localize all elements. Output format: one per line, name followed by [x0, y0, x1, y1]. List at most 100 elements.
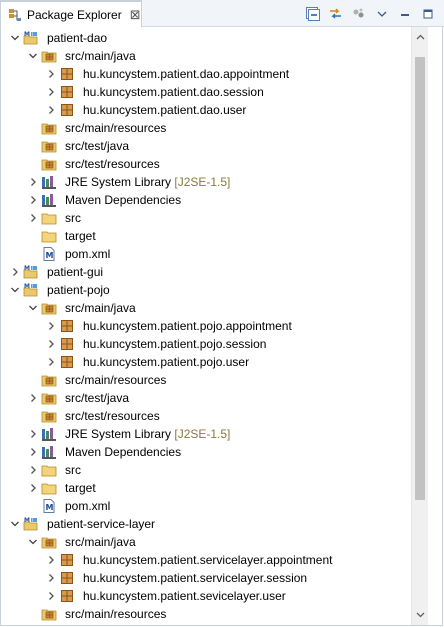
tree-item[interactable]: src/main/java	[1, 299, 411, 317]
tree-item[interactable]: src/test/java	[1, 389, 411, 407]
expanded-chevron-icon[interactable]	[27, 50, 39, 62]
collapsed-chevron-icon[interactable]	[45, 338, 57, 350]
tree-item-label: hu.kuncystem.patient.dao.user	[83, 103, 247, 117]
tree-item[interactable]: Mpom.xml	[1, 245, 411, 263]
svg-text:M: M	[24, 517, 30, 524]
package-icon	[59, 588, 75, 604]
tree-item[interactable]: hu.kuncystem.patient.pojo.session	[1, 335, 411, 353]
tree-item-label: hu.kuncystem.patient.servicelayer.appoin…	[83, 553, 333, 567]
tree-item[interactable]: hu.kuncystem.patient.pojo.appointment	[1, 317, 411, 335]
collapsed-chevron-icon[interactable]	[27, 482, 39, 494]
library-icon	[41, 174, 57, 190]
tree-item-label: src/test/java	[65, 391, 130, 405]
source-folder-icon	[41, 408, 57, 424]
tree-item-label: pom.xml	[65, 499, 111, 513]
tree-item-label: hu.kuncystem.patient.dao.session	[83, 85, 264, 99]
tree-item[interactable]: hu.kuncystem.patient.servicelayer.appoin…	[1, 551, 411, 569]
tree-item[interactable]: src/main/resources	[1, 605, 411, 623]
collapse-all-icon[interactable]	[304, 5, 321, 22]
tree-item[interactable]: target	[1, 227, 411, 245]
tree-item[interactable]: M Jpatient-service-layer	[1, 515, 411, 533]
close-tab-icon[interactable]: ⊠	[130, 8, 141, 21]
tree-item[interactable]: src/main/resources	[1, 119, 411, 137]
scrollbar-thumb[interactable]	[415, 57, 425, 500]
tree-item[interactable]: src/main/java	[1, 47, 411, 65]
tree-item-label: src	[65, 463, 81, 477]
tree-item[interactable]: src/test/java	[1, 137, 411, 155]
maximize-icon[interactable]	[419, 5, 436, 22]
tree-item-label: Maven Dependencies	[65, 445, 182, 459]
svg-text:M: M	[24, 31, 30, 38]
view-menu-icon[interactable]	[373, 5, 390, 22]
tree-item-label: src/test/java	[65, 139, 130, 153]
tree-item-label: src/main/java	[65, 535, 136, 549]
tree-item[interactable]: src/main/resources	[1, 371, 411, 389]
collapsed-chevron-icon[interactable]	[45, 68, 57, 80]
tree-item-label: hu.kuncystem.patient.pojo.user	[83, 355, 250, 369]
tree-item-label: src/main/resources	[65, 121, 167, 135]
tree-item[interactable]: src/main/java	[1, 533, 411, 551]
tree-item-label: pom.xml	[65, 247, 111, 261]
tree-item[interactable]: M Jpatient-dao	[1, 29, 411, 47]
tree-item[interactable]: M Jpatient-pojo	[1, 281, 411, 299]
collapsed-chevron-icon[interactable]	[45, 320, 57, 332]
collapsed-chevron-icon[interactable]	[27, 446, 39, 458]
tree-item[interactable]: JRE System Library [J2SE-1.5]	[1, 173, 411, 191]
package-icon	[59, 66, 75, 82]
tree-item[interactable]: hu.kuncystem.patient.sevicelayer.user	[1, 587, 411, 605]
tree-item[interactable]: hu.kuncystem.patient.dao.appointment	[1, 65, 411, 83]
collapsed-chevron-icon[interactable]	[27, 392, 39, 404]
tree-item[interactable]: Maven Dependencies	[1, 443, 411, 461]
tree-item-label: src/test/resources	[65, 157, 160, 171]
tree-item-label: hu.kuncystem.patient.pojo.appointment	[83, 319, 292, 333]
focus-icon[interactable]	[350, 5, 367, 22]
collapsed-chevron-icon[interactable]	[45, 554, 57, 566]
collapsed-chevron-icon[interactable]	[45, 86, 57, 98]
expanded-chevron-icon[interactable]	[27, 536, 39, 548]
view-tab-bar: Package Explorer ⊠	[1, 0, 444, 27]
collapsed-chevron-icon[interactable]	[27, 212, 39, 224]
tab-package-explorer[interactable]: Package Explorer ⊠	[1, 0, 142, 27]
collapsed-chevron-icon[interactable]	[27, 194, 39, 206]
tree-item-decoration: [J2SE-1.5]	[171, 427, 231, 441]
vertical-scrollbar[interactable]	[411, 27, 428, 625]
tree-item[interactable]: Mpom.xml	[1, 497, 411, 515]
source-folder-icon	[41, 156, 57, 172]
expanded-chevron-icon[interactable]	[9, 518, 21, 530]
source-folder-icon	[41, 138, 57, 154]
package-icon	[59, 354, 75, 370]
collapsed-chevron-icon[interactable]	[27, 464, 39, 476]
scroll-up-icon[interactable]	[412, 29, 428, 45]
tree-item[interactable]: hu.kuncystem.patient.dao.session	[1, 83, 411, 101]
expanded-chevron-icon[interactable]	[9, 284, 21, 296]
scroll-down-icon[interactable]	[412, 607, 428, 623]
collapsed-chevron-icon[interactable]	[45, 572, 57, 584]
tree-item[interactable]: hu.kuncystem.patient.servicelayer.sessio…	[1, 569, 411, 587]
tree-item[interactable]: hu.kuncystem.patient.dao.user	[1, 101, 411, 119]
svg-text:J: J	[31, 32, 33, 37]
minimize-icon[interactable]	[396, 5, 413, 22]
tree-item[interactable]: src/test/resources	[1, 155, 411, 173]
package-icon	[59, 570, 75, 586]
expanded-chevron-icon[interactable]	[27, 302, 39, 314]
tree-item[interactable]: src/test/resources	[1, 407, 411, 425]
svg-text:J: J	[31, 266, 33, 271]
collapsed-chevron-icon[interactable]	[45, 590, 57, 602]
tree-item[interactable]: M Jpatient-gui	[1, 263, 411, 281]
collapsed-chevron-icon[interactable]	[9, 266, 21, 278]
collapsed-chevron-icon[interactable]	[27, 428, 39, 440]
tree-item[interactable]: Maven Dependencies	[1, 191, 411, 209]
link-with-editor-icon[interactable]	[327, 5, 344, 22]
collapsed-chevron-icon[interactable]	[45, 356, 57, 368]
collapsed-chevron-icon[interactable]	[45, 104, 57, 116]
tree-item[interactable]: hu.kuncystem.patient.pojo.user	[1, 353, 411, 371]
tree-item[interactable]: src	[1, 461, 411, 479]
tree-item-label: src/main/java	[65, 301, 136, 315]
tab-title: Package Explorer	[27, 7, 122, 22]
collapsed-chevron-icon[interactable]	[27, 176, 39, 188]
tree-item[interactable]: target	[1, 479, 411, 497]
svg-text:J: J	[31, 518, 33, 523]
expanded-chevron-icon[interactable]	[9, 32, 21, 44]
tree-item[interactable]: JRE System Library [J2SE-1.5]	[1, 425, 411, 443]
tree-item[interactable]: src	[1, 209, 411, 227]
